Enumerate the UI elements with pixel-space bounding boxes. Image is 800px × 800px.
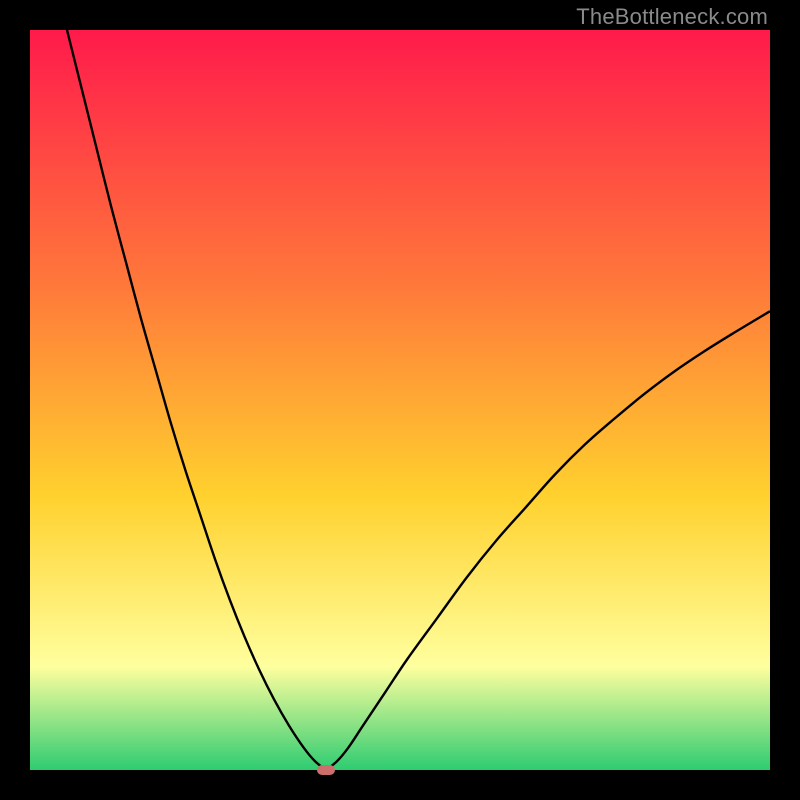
- plot-frame: [30, 30, 770, 770]
- minimum-marker: [317, 765, 335, 775]
- watermark-label: TheBottleneck.com: [576, 4, 768, 30]
- bottleneck-chart: [30, 30, 770, 770]
- gradient-background: [30, 30, 770, 770]
